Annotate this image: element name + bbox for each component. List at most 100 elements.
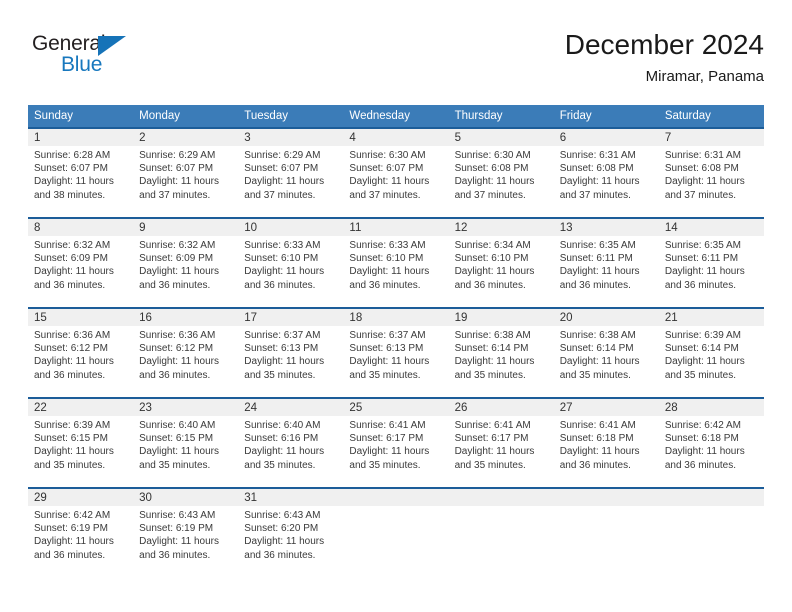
sunset-text: Sunset: 6:17 PM: [454, 433, 529, 445]
day-cell[interactable]: 11 Sunrise: 6:33 AM Sunset: 6:10 PM Dayl…: [343, 219, 449, 307]
day-cell[interactable]: 9 Sunrise: 6:32 AM Sunset: 6:09 PM Dayli…: [133, 219, 239, 307]
sunset-text: Sunset: 6:19 PM: [139, 523, 214, 535]
day-cell[interactable]: 27 Sunrise: 6:41 AM Sunset: 6:18 PM Dayl…: [553, 399, 659, 487]
weekday-header-wednesday: Wednesday: [349, 110, 410, 122]
day-number: 3: [238, 129, 344, 146]
daylight-text-line2: and 37 minutes.: [349, 189, 421, 201]
sunrise-text: Sunrise: 6:38 AM: [454, 330, 531, 341]
sunrise-text: Sunrise: 6:28 AM: [34, 150, 111, 161]
sunset-text: Sunset: 6:18 PM: [664, 433, 739, 445]
day-cell[interactable]: 4 Sunrise: 6:30 AM Sunset: 6:07 PM Dayli…: [343, 129, 449, 217]
daylight-text-line2: and 35 minutes.: [664, 369, 737, 381]
day-number: 7: [658, 129, 764, 146]
day-cell-empty: [448, 489, 554, 577]
day-number: [343, 489, 449, 506]
sunrise-text: Sunrise: 6:33 AM: [244, 240, 321, 251]
day-cell[interactable]: 10 Sunrise: 6:33 AM Sunset: 6:10 PM Dayl…: [238, 219, 344, 307]
daylight-text-line2: and 35 minutes.: [454, 369, 526, 381]
daylight-text-line1: Daylight: 11 hours: [139, 536, 219, 548]
day-cell[interactable]: 14 Sunrise: 6:35 AM Sunset: 6:11 PM Dayl…: [658, 219, 764, 307]
daylight-text-line1: Daylight: 11 hours: [139, 446, 219, 458]
sunset-text: Sunset: 6:07 PM: [244, 163, 319, 175]
day-cell[interactable]: 1 Sunrise: 6:28 AM Sunset: 6:07 PM Dayli…: [28, 129, 134, 217]
day-details: Sunrise: 6:30 AM Sunset: 6:08 PM Dayligh…: [449, 146, 554, 202]
day-number: 14: [658, 219, 764, 236]
sunrise-text: Sunrise: 6:33 AM: [349, 240, 426, 251]
daylight-text-line2: and 36 minutes.: [664, 279, 737, 291]
daylight-text-line2: and 36 minutes.: [139, 549, 211, 561]
weekday-header-row: Sunday Monday Tuesday Wednesday Thursday…: [28, 105, 764, 127]
day-cell[interactable]: 15 Sunrise: 6:36 AM Sunset: 6:12 PM Dayl…: [28, 309, 134, 397]
sunset-text: Sunset: 6:14 PM: [664, 343, 739, 355]
sunrise-text: Sunrise: 6:31 AM: [559, 150, 636, 161]
day-cell[interactable]: 17 Sunrise: 6:37 AM Sunset: 6:13 PM Dayl…: [238, 309, 344, 397]
daylight-text-line1: Daylight: 11 hours: [664, 446, 745, 458]
day-cell[interactable]: 12 Sunrise: 6:34 AM Sunset: 6:10 PM Dayl…: [448, 219, 554, 307]
day-cell[interactable]: 25 Sunrise: 6:41 AM Sunset: 6:17 PM Dayl…: [343, 399, 449, 487]
daylight-text-line1: Daylight: 11 hours: [454, 446, 535, 458]
day-details: Sunrise: 6:35 AM Sunset: 6:11 PM Dayligh…: [659, 236, 764, 292]
daylight-text-line2: and 35 minutes.: [559, 369, 631, 381]
day-number: 12: [448, 219, 554, 236]
sunrise-text: Sunrise: 6:30 AM: [349, 150, 426, 161]
day-details: Sunrise: 6:37 AM Sunset: 6:13 PM Dayligh…: [343, 326, 448, 382]
daylight-text-line1: Daylight: 11 hours: [664, 176, 745, 188]
daylight-text-line1: Daylight: 11 hours: [34, 176, 114, 188]
daylight-text-line2: and 37 minutes.: [454, 189, 526, 201]
sunrise-text: Sunrise: 6:43 AM: [139, 510, 216, 521]
day-cell[interactable]: 30 Sunrise: 6:43 AM Sunset: 6:19 PM Dayl…: [133, 489, 239, 577]
sunrise-text: Sunrise: 6:42 AM: [664, 420, 741, 431]
daylight-text-line1: Daylight: 11 hours: [454, 176, 535, 188]
sunrise-text: Sunrise: 6:39 AM: [34, 420, 111, 431]
day-details: Sunrise: 6:40 AM Sunset: 6:15 PM Dayligh…: [133, 416, 238, 472]
day-cell[interactable]: 2 Sunrise: 6:29 AM Sunset: 6:07 PM Dayli…: [133, 129, 239, 217]
day-cell[interactable]: 3 Sunrise: 6:29 AM Sunset: 6:07 PM Dayli…: [238, 129, 344, 217]
day-number: 23: [133, 399, 239, 416]
sunrise-text: Sunrise: 6:41 AM: [454, 420, 531, 431]
sunset-text: Sunset: 6:14 PM: [559, 343, 634, 355]
day-cell[interactable]: 20 Sunrise: 6:38 AM Sunset: 6:14 PM Dayl…: [553, 309, 659, 397]
day-cell[interactable]: 21 Sunrise: 6:39 AM Sunset: 6:14 PM Dayl…: [658, 309, 764, 397]
day-number: 1: [28, 129, 134, 146]
day-cell[interactable]: 22 Sunrise: 6:39 AM Sunset: 6:15 PM Dayl…: [28, 399, 134, 487]
weekday-header-monday: Monday: [139, 110, 181, 122]
day-cell[interactable]: 13 Sunrise: 6:35 AM Sunset: 6:11 PM Dayl…: [553, 219, 659, 307]
day-details: Sunrise: 6:29 AM Sunset: 6:07 PM Dayligh…: [238, 146, 343, 202]
day-cell[interactable]: 5 Sunrise: 6:30 AM Sunset: 6:08 PM Dayli…: [448, 129, 554, 217]
day-details: Sunrise: 6:39 AM Sunset: 6:15 PM Dayligh…: [28, 416, 133, 472]
day-number: 19: [448, 309, 554, 326]
day-details: [554, 506, 659, 509]
general-blue-logo[interactable]: General Blue: [32, 32, 152, 80]
sunset-text: Sunset: 6:19 PM: [34, 523, 108, 535]
day-cell[interactable]: 8 Sunrise: 6:32 AM Sunset: 6:09 PM Dayli…: [28, 219, 134, 307]
sunset-text: Sunset: 6:08 PM: [454, 163, 529, 175]
day-number: 26: [448, 399, 554, 416]
daylight-text-line2: and 36 minutes.: [664, 459, 737, 471]
day-cell[interactable]: 28 Sunrise: 6:42 AM Sunset: 6:18 PM Dayl…: [658, 399, 764, 487]
day-cell[interactable]: 24 Sunrise: 6:40 AM Sunset: 6:16 PM Dayl…: [238, 399, 344, 487]
daylight-text-line2: and 37 minutes.: [139, 189, 211, 201]
day-cell[interactable]: 7 Sunrise: 6:31 AM Sunset: 6:08 PM Dayli…: [658, 129, 764, 217]
day-cell[interactable]: 26 Sunrise: 6:41 AM Sunset: 6:17 PM Dayl…: [448, 399, 554, 487]
day-cell[interactable]: 31 Sunrise: 6:43 AM Sunset: 6:20 PM Dayl…: [238, 489, 344, 577]
sunrise-text: Sunrise: 6:29 AM: [244, 150, 321, 161]
day-cell[interactable]: 18 Sunrise: 6:37 AM Sunset: 6:13 PM Dayl…: [343, 309, 449, 397]
sunrise-text: Sunrise: 6:38 AM: [559, 330, 636, 341]
sunset-text: Sunset: 6:09 PM: [34, 253, 108, 265]
day-cell[interactable]: 23 Sunrise: 6:40 AM Sunset: 6:15 PM Dayl…: [133, 399, 239, 487]
day-details: [659, 506, 764, 509]
day-cell[interactable]: 29 Sunrise: 6:42 AM Sunset: 6:19 PM Dayl…: [28, 489, 134, 577]
day-cell[interactable]: 19 Sunrise: 6:38 AM Sunset: 6:14 PM Dayl…: [448, 309, 554, 397]
day-cell[interactable]: 6 Sunrise: 6:31 AM Sunset: 6:08 PM Dayli…: [553, 129, 659, 217]
day-number: [553, 489, 659, 506]
week-row: 1 Sunrise: 6:28 AM Sunset: 6:07 PM Dayli…: [28, 127, 764, 217]
daylight-text-line2: and 36 minutes.: [349, 279, 421, 291]
day-cell[interactable]: 16 Sunrise: 6:36 AM Sunset: 6:12 PM Dayl…: [133, 309, 239, 397]
day-number: 22: [28, 399, 134, 416]
day-number: 18: [343, 309, 449, 326]
day-details: Sunrise: 6:32 AM Sunset: 6:09 PM Dayligh…: [28, 236, 133, 292]
day-number: 2: [133, 129, 239, 146]
weekday-header-thursday: Thursday: [454, 110, 503, 122]
daylight-text-line1: Daylight: 11 hours: [559, 176, 640, 188]
calendar-grid: Sunday Monday Tuesday Wednesday Thursday…: [28, 105, 764, 577]
